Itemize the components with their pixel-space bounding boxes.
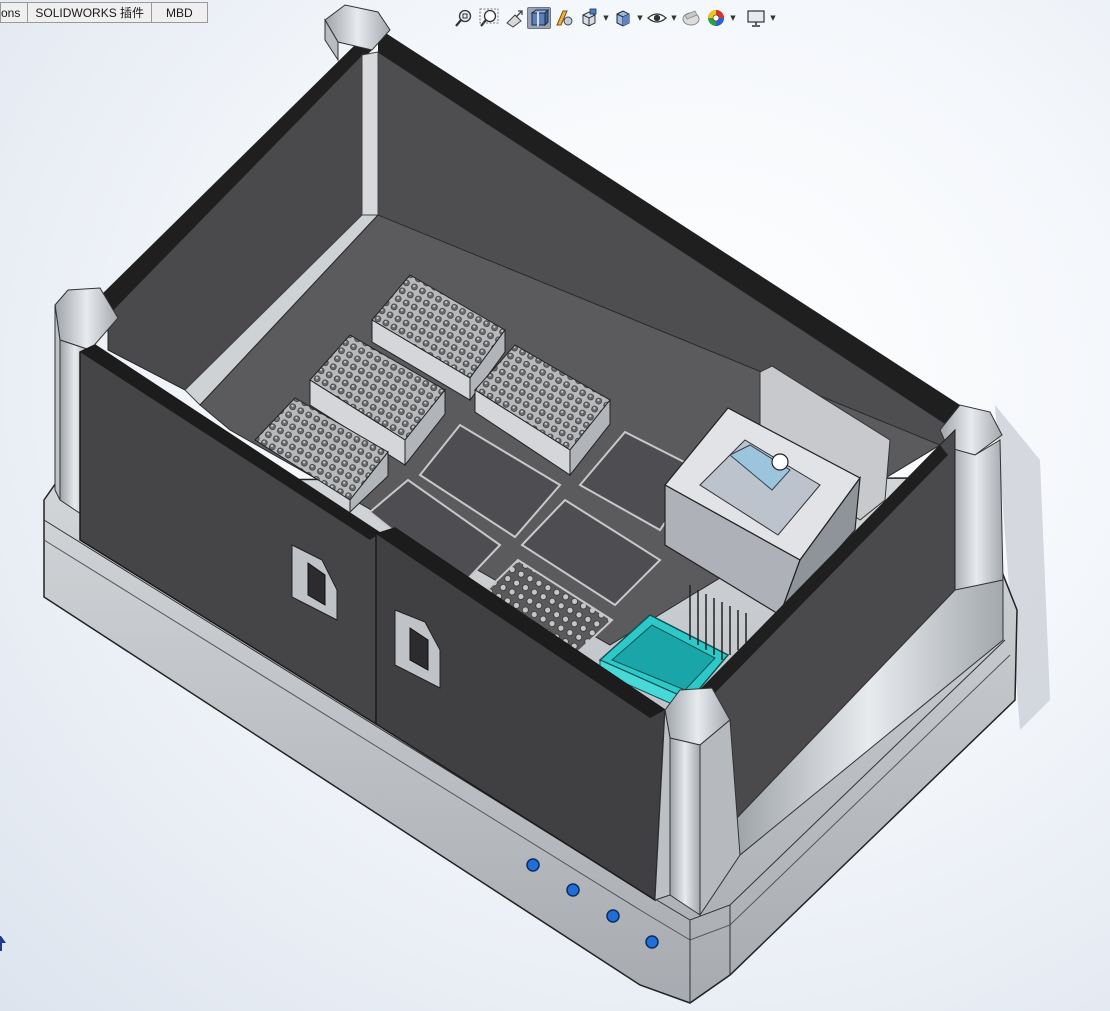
reference-triad-icon	[0, 936, 6, 951]
status-led	[645, 935, 659, 949]
status-led	[606, 909, 620, 923]
status-led	[566, 883, 580, 897]
status-led	[526, 858, 540, 872]
graphics-area-3d-model[interactable]	[0, 0, 1110, 1011]
